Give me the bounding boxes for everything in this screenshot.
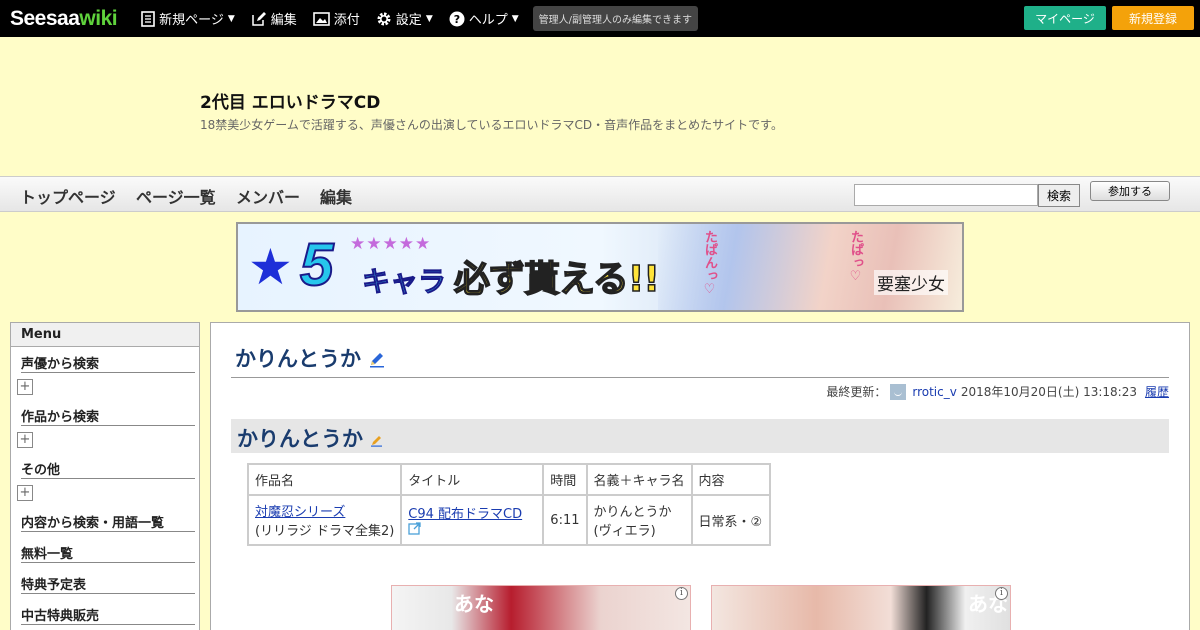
table-header: 名義＋キャラ名	[587, 465, 691, 494]
search-input[interactable]	[854, 184, 1038, 206]
seesaa-wiki-logo[interactable]: Seesaawiki	[10, 7, 118, 31]
banner-chara-text: キャラ	[361, 265, 447, 299]
author-link[interactable]: rrotic_v	[912, 385, 956, 399]
table-row: 対魔忍シリーズ (リリラジ ドラマ全集2) C94 配布ドラマCD 6:11 か…	[249, 496, 769, 544]
table-header-row: 作品名 タイトル 時間 名義＋キャラ名 内容	[249, 465, 769, 494]
title-link[interactable]: C94 配布ドラマCD	[408, 507, 522, 522]
work-cell: 対魔忍シリーズ (リリラジ ドラマ全集2)	[249, 496, 401, 544]
table-header: 作品名	[249, 465, 401, 494]
attach-menu[interactable]: 添付	[312, 9, 360, 28]
join-button[interactable]: 参加する	[1090, 181, 1170, 201]
sidebar-menu: Menu 声優から検索 + 作品から検索 + その他 + 内容から検索・用語一覧…	[10, 322, 200, 630]
content-cell: 日常系・②	[692, 496, 769, 544]
top-bar: Seesaawiki 新規ページ ▼ 編集 添付 設定 ▼ ? ヘルプ ▼ 管理人/副…	[0, 0, 1200, 37]
ad-info-icon[interactable]: i	[675, 587, 688, 600]
section-title: かりんとうか	[237, 423, 384, 453]
ad-image-1[interactable]: あな i	[391, 585, 691, 630]
nav-page-list[interactable]: ページ一覧	[136, 184, 216, 208]
caret-down-icon: ▼	[425, 13, 433, 24]
avatar	[890, 383, 907, 400]
table-header: 時間	[544, 465, 586, 494]
banner-main-text: 必ず貰える!!	[453, 258, 660, 301]
new-page-menu[interactable]: 新規ページ ▼	[141, 9, 235, 28]
work-subtitle: (リリラジ ドラマ全集2)	[255, 524, 395, 539]
section-heading: かりんとうか	[231, 419, 1169, 453]
title-cell: C94 配布ドラマCD	[402, 496, 543, 544]
expand-plus-icon[interactable]: +	[17, 379, 33, 395]
site-title[interactable]: 2代目 エロいドラマCD	[200, 88, 380, 113]
sidebar-item-work-search[interactable]: 作品から検索	[21, 402, 195, 426]
history-link[interactable]: 履歴	[1145, 383, 1169, 400]
ad-text: あな	[454, 592, 494, 616]
document-icon	[141, 10, 155, 27]
banner-side-text-1: たぱんっ♡	[702, 230, 717, 297]
caret-down-icon: ▼	[511, 13, 519, 24]
register-button[interactable]: 新規登録	[1112, 6, 1194, 30]
main-content: かりんとうか 最終更新： rrotic_v 2018年10月20日(土) 13:…	[210, 322, 1190, 630]
search-button[interactable]: 検索	[1038, 184, 1080, 207]
table-header: 内容	[692, 465, 769, 494]
mypage-button[interactable]: マイページ	[1024, 6, 1106, 30]
time-cell: 6:11	[544, 496, 586, 544]
sidebar-item-content-search[interactable]: 内容から検索・用語一覧	[21, 508, 195, 532]
nav-top-page[interactable]: トップページ	[20, 184, 116, 208]
updated-timestamp: 2018年10月20日(土) 13:18:23	[960, 385, 1137, 399]
sidebar-heading: Menu	[11, 323, 199, 347]
image-icon	[312, 11, 330, 26]
sidebar-item-other[interactable]: その他	[21, 455, 195, 479]
pencil-icon[interactable]	[370, 433, 384, 447]
page-title: かりんとうか	[235, 343, 386, 373]
banner-stars: ★★★★★	[350, 234, 432, 254]
banner-side-text-2: たぱっ♡	[848, 230, 863, 284]
nav-members[interactable]: メンバー	[236, 184, 300, 208]
name-cell: かりんとうか (ヴィエラ)	[587, 496, 691, 544]
cast-table: 作品名 タイトル 時間 名義＋キャラ名 内容 対魔忍シリーズ (リリラジ ドラマ…	[247, 463, 771, 546]
help-icon: ?	[449, 11, 465, 26]
expand-plus-icon[interactable]: +	[17, 432, 33, 448]
caret-down-icon: ▼	[227, 13, 235, 24]
banner-logo: 要塞少女	[874, 270, 948, 295]
nav-edit[interactable]: 編集	[320, 184, 352, 208]
gear-icon	[377, 12, 391, 25]
last-updated: 最終更新： rrotic_v 2018年10月20日(土) 13:18:23 履…	[826, 383, 1169, 400]
expand-plus-icon[interactable]: +	[17, 485, 33, 501]
external-link-icon[interactable]	[408, 522, 421, 535]
work-link[interactable]: 対魔忍シリーズ	[255, 505, 345, 520]
star-icon: ★	[248, 238, 293, 296]
svg-text:?: ?	[454, 13, 460, 26]
help-menu[interactable]: ? ヘルプ ▼	[449, 9, 519, 28]
ad-info-icon[interactable]: i	[995, 587, 1008, 600]
admin-only-notice: 管理人/副管理人のみ編集できます	[532, 6, 699, 31]
global-nav: トップページ ページ一覧 メンバー 編集 検索 参加する	[0, 176, 1200, 212]
table-header: タイトル	[402, 465, 543, 494]
sidebar-item-voice-actor-search[interactable]: 声優から検索	[21, 349, 195, 373]
edit-menu[interactable]: 編集	[251, 9, 297, 28]
ad-image-2[interactable]: あな i	[711, 585, 1011, 630]
banner-ad[interactable]: ★ 5 ★★★★★ キャラ 必ず貰える!! たぱんっ♡ たぱっ♡ 要塞少女	[236, 222, 964, 312]
banner-number: 5	[299, 230, 334, 299]
sidebar-item-free-list[interactable]: 無料一覧	[21, 539, 195, 563]
pencil-icon[interactable]	[368, 350, 386, 368]
edit-icon	[252, 11, 266, 26]
sidebar-item-bonus-schedule[interactable]: 特典予定表	[21, 570, 195, 594]
site-description: 18禁美少女ゲームで活躍する、声優さんの出演しているエロいドラマCD・音声作品を…	[200, 118, 783, 132]
title-divider	[231, 377, 1169, 378]
sidebar-item-used-bonus-sale[interactable]: 中古特典販売	[21, 601, 195, 625]
settings-menu[interactable]: 設定 ▼	[376, 9, 433, 28]
